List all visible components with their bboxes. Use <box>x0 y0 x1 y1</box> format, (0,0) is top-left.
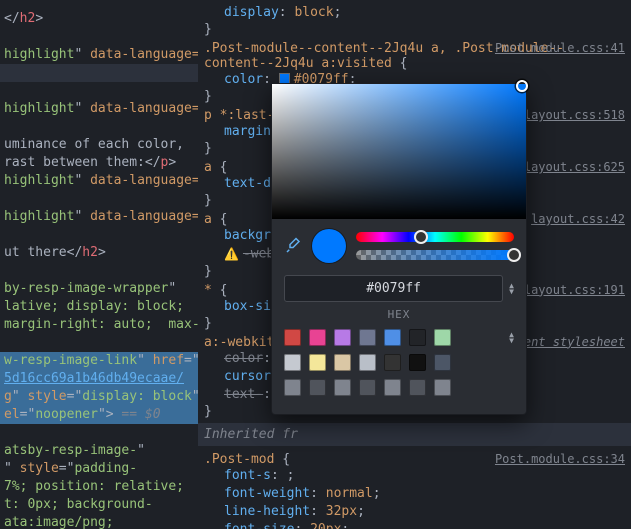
color-picker-panel: ▲▼ HEX ▲▼ <box>271 83 527 415</box>
css-declaration[interactable]: font-size: 20px; <box>224 521 625 529</box>
source-line[interactable] <box>0 424 198 442</box>
source-line[interactable]: w-resp-image-link" href="/ <box>0 352 198 370</box>
source-line[interactable] <box>0 82 198 100</box>
source-line[interactable]: lative; display: block; <box>0 298 198 316</box>
palette-swatch[interactable] <box>334 354 351 371</box>
palette-swatch[interactable] <box>434 379 451 396</box>
palette-swatch[interactable] <box>409 354 426 371</box>
source-line[interactable] <box>0 190 198 208</box>
css-declaration[interactable]: font-weight: normal; <box>224 485 625 503</box>
palette-swatch[interactable] <box>359 354 376 371</box>
css-declaration[interactable]: font-s: ; <box>224 467 625 485</box>
hex-label: HEX <box>272 304 526 321</box>
inherited-from-bar: Inherited fr <box>198 423 631 446</box>
source-line[interactable] <box>0 334 198 352</box>
palette-stepper[interactable]: ▲▼ <box>509 332 514 344</box>
source-line[interactable] <box>0 64 198 82</box>
palette-swatch[interactable] <box>434 329 451 346</box>
rule-source-link[interactable]: Post.module.css:34 <box>495 452 625 466</box>
palette-swatch[interactable] <box>334 379 351 396</box>
palette-swatch[interactable] <box>384 354 401 371</box>
source-line[interactable]: t: 0px; background- <box>0 496 198 514</box>
source-line[interactable]: 7%; position: relative; <box>0 478 198 496</box>
css-declaration[interactable]: display: block; <box>224 4 625 22</box>
rule-source-link[interactable]: layout.css:518 <box>524 108 625 122</box>
rule-source-link[interactable]: layout.css:191 <box>524 283 625 297</box>
hue-slider[interactable] <box>356 232 514 242</box>
palette-swatch[interactable] <box>284 354 301 371</box>
format-stepper[interactable]: ▲▼ <box>509 283 514 295</box>
source-html-pane: </h2> highlight" data-language= highligh… <box>0 0 198 529</box>
source-line[interactable]: ata:image/png; <box>0 514 198 529</box>
source-line[interactable]: highlight" data-language= <box>0 46 198 64</box>
source-line[interactable] <box>0 28 198 46</box>
palette-swatch[interactable] <box>384 329 401 346</box>
current-color-swatch <box>312 229 346 263</box>
source-line[interactable]: g" style="display: block" <box>0 388 198 406</box>
source-line[interactable] <box>0 226 198 244</box>
source-line[interactable]: by-resp-image-wrapper" <box>0 280 198 298</box>
palette-swatch[interactable] <box>334 329 351 346</box>
source-line[interactable]: rast between them:</p> <box>0 154 198 172</box>
palette-swatch[interactable] <box>309 379 326 396</box>
source-line[interactable]: highlight" data-language= <box>0 208 198 226</box>
source-line[interactable]: " style="padding- <box>0 460 198 478</box>
rule-source-link[interactable]: Post.module.css:41 <box>495 41 625 55</box>
eyedropper-icon[interactable] <box>284 237 302 255</box>
source-line[interactable] <box>0 262 198 280</box>
palette-swatch[interactable] <box>409 379 426 396</box>
css-declaration[interactable]: line-height: 32px; <box>224 503 625 521</box>
rule-source-link[interactable]: layout.css:625 <box>524 160 625 174</box>
source-line[interactable]: 5d16cc69a1b46db49ecaae/ <box>0 370 198 388</box>
palette-swatch[interactable] <box>409 329 426 346</box>
saturation-value-area[interactable] <box>272 84 526 219</box>
sv-cursor[interactable] <box>516 80 528 92</box>
palette: ▲▼ <box>272 321 526 396</box>
css-rule: Post.module.css:34.Post-mod {font-s: ;fo… <box>204 452 625 529</box>
palette-swatch[interactable] <box>284 379 301 396</box>
source-line[interactable]: highlight" data-language= <box>0 100 198 118</box>
alpha-thumb[interactable] <box>507 248 521 262</box>
palette-swatch[interactable] <box>309 354 326 371</box>
source-line[interactable]: </h2> <box>0 10 198 28</box>
alpha-slider[interactable] <box>356 250 514 260</box>
palette-swatch[interactable] <box>284 329 301 346</box>
source-line[interactable]: atsby-resp-image-" <box>0 442 198 460</box>
palette-swatch[interactable] <box>359 379 376 396</box>
warning-icon: ⚠️ <box>224 245 239 263</box>
palette-swatch[interactable] <box>434 354 451 371</box>
palette-swatch[interactable] <box>359 329 376 346</box>
source-line[interactable]: margin-right: auto; max- <box>0 316 198 334</box>
hue-thumb[interactable] <box>414 230 428 244</box>
source-line[interactable]: uminance of each color, <box>0 136 198 154</box>
rule-source-link[interactable]: gent stylesheet <box>517 335 625 349</box>
hex-input[interactable] <box>284 275 503 302</box>
palette-swatch[interactable] <box>309 329 326 346</box>
source-line[interactable]: highlight" data-language= <box>0 172 198 190</box>
rule-source-link[interactable]: layout.css:42 <box>531 212 625 226</box>
source-line[interactable]: ut there</h2> <box>0 244 198 262</box>
source-line[interactable] <box>0 118 198 136</box>
source-line[interactable]: el="noopener"> == $0 <box>0 406 198 424</box>
palette-swatch[interactable] <box>384 379 401 396</box>
